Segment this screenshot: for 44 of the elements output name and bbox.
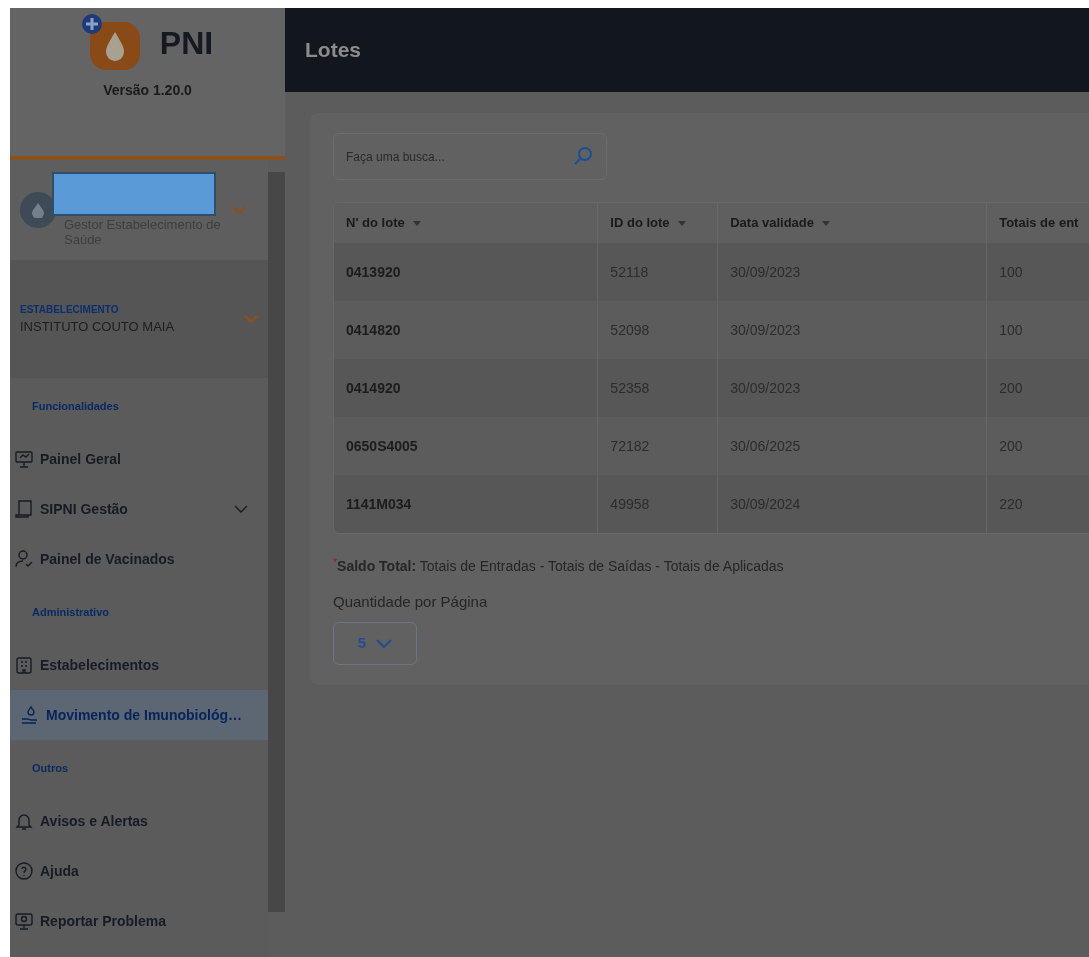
page-size-label: Quantidade por Página [333, 592, 489, 612]
version-text: Versão 1.20.0 [103, 81, 192, 100]
nav-item[interactable]: Avisos e Alertas [10, 796, 268, 846]
section-title: Outros [31, 760, 70, 776]
chevron-down-icon[interactable] [234, 505, 248, 513]
nav-item[interactable]: SIPNI Gestão [10, 484, 268, 534]
nav-item[interactable]: Reportar Problema [10, 896, 268, 946]
column-header: Totais de ent [986, 203, 1089, 243]
column-header[interactable]: Data validade [717, 203, 987, 243]
sort-caret-icon[interactable] [677, 221, 686, 227]
building-icon [14, 655, 34, 675]
document-icon [14, 499, 34, 519]
table-cell: 0414920 [334, 359, 598, 417]
bell-icon [14, 811, 34, 831]
footnote: $^{*}$Saldo Total: Totais de Entradas - Totais de Saídas - Totais de Aplicadas [333, 556, 785, 576]
section-title: Funcionalidades [31, 398, 120, 414]
nav-item[interactable]: Estabelecimentos [10, 640, 268, 690]
table-cell: 0413920 [334, 243, 598, 301]
presentation-icon [14, 449, 34, 469]
help-icon [14, 861, 34, 881]
hand-drop-icon [20, 705, 40, 725]
search-icon[interactable] [573, 146, 593, 166]
avatar-icon [20, 192, 56, 228]
page-size-select[interactable]: 5 [333, 621, 417, 665]
user-check-icon [14, 549, 34, 569]
sort-caret-icon[interactable] [412, 221, 421, 227]
brand-name: PNI [159, 24, 214, 63]
chevron-down-icon[interactable] [244, 314, 258, 324]
table-cell: 1141M034 [334, 475, 598, 533]
chevron-down-icon [376, 638, 393, 648]
monitor-icon [14, 911, 34, 931]
nav-item[interactable]: Movimento de Imunobiológ… [10, 690, 268, 740]
nav-item[interactable]: Ajuda [10, 846, 268, 896]
scrollbar-thumb[interactable] [268, 172, 285, 912]
table-cell: 0414820 [334, 301, 598, 359]
section-label: ESTABELECIMENTO [20, 302, 120, 317]
section-title: Administrativo [31, 604, 110, 620]
nav-item[interactable]: Painel Geral [10, 434, 268, 484]
sort-caret-icon[interactable] [822, 221, 831, 227]
nav-item[interactable]: Painel de Vacinados [10, 534, 268, 584]
page-title: Lotes [305, 37, 361, 64]
column-header[interactable]: N' do lote [334, 203, 598, 243]
column-header[interactable]: ID do lote [597, 203, 718, 243]
table-cell: 0650S4005 [334, 417, 598, 475]
